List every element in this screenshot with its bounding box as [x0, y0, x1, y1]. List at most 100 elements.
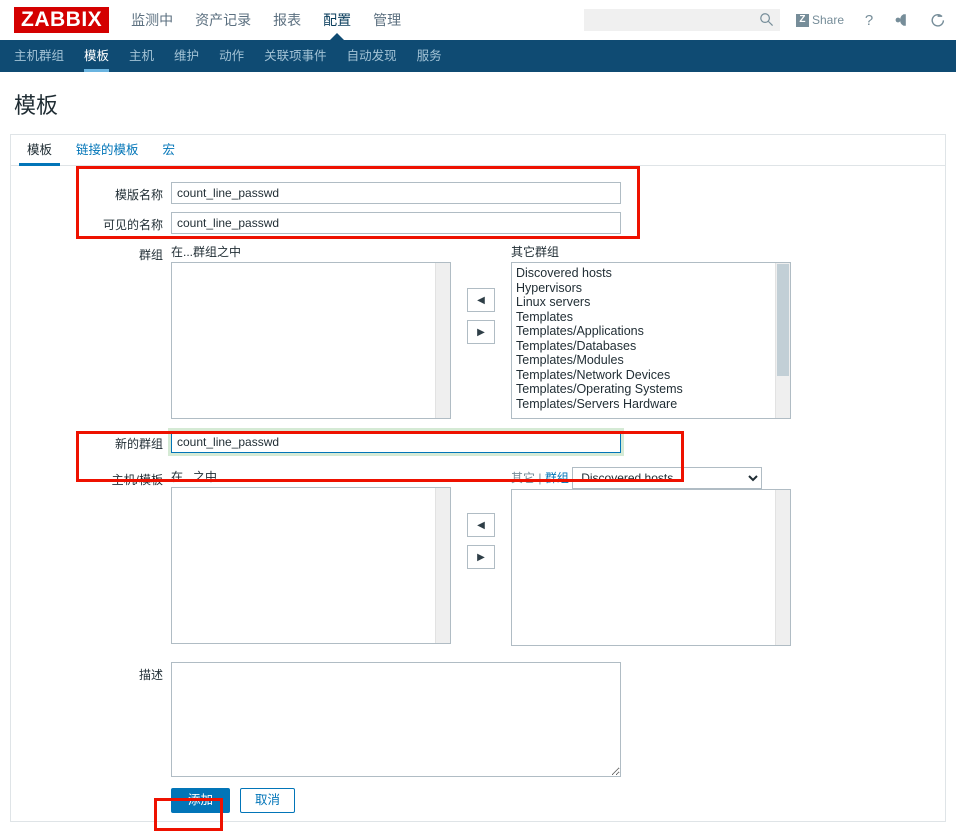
list-item[interactable]: Linux servers: [516, 295, 772, 310]
groups-move-left-button[interactable]: ◀: [467, 288, 495, 312]
row-description: 描述: [11, 662, 945, 780]
main-menu-item-monitoring[interactable]: 监测中: [131, 0, 173, 40]
subnav-item-discovery[interactable]: 自动发现: [347, 40, 397, 72]
host-templates-transfer-controls: ◀ ▶: [451, 467, 511, 569]
add-button[interactable]: 添加: [171, 788, 231, 813]
tab-template[interactable]: 模板: [15, 133, 64, 166]
label-buttons-spacer: [11, 788, 171, 792]
groups-in-scrollbar-thumb[interactable]: [437, 263, 449, 418]
groups-other-pane: 其它群组 Discovered hosts Hypervisors Linux se…: [511, 242, 791, 419]
host-templates-in-header: 在...之中: [171, 470, 218, 484]
row-form-buttons: 添加 取消: [11, 788, 945, 813]
list-item[interactable]: Discovered hosts: [516, 266, 772, 281]
host-templates-other-header: 其它 | 群组 Discovered hostsHypervisorsLinux…: [511, 467, 791, 489]
groups-other-header: 其它群组: [511, 245, 560, 259]
host-templates-other-pane: 其它 | 群组 Discovered hostsHypervisorsLinux…: [511, 467, 791, 646]
share-button[interactable]: Z Share: [795, 13, 844, 27]
list-item[interactable]: Hypervisors: [516, 281, 772, 296]
host-templates-move-right-button[interactable]: ▶: [467, 545, 495, 569]
new-group-input[interactable]: [171, 431, 621, 453]
main-menu-item-administration[interactable]: 管理: [373, 0, 401, 40]
tab-macros[interactable]: 宏: [151, 133, 188, 165]
main-menu-item-configuration[interactable]: 配置: [323, 0, 351, 40]
groups-in-pane: 在...群组之中: [171, 242, 451, 419]
list-item[interactable]: Templates/Network Devices: [516, 368, 772, 383]
host-templates-in-scrollbar[interactable]: [435, 488, 450, 643]
host-templates-dual-list: 在...之中 ◀ ▶ 其它 | 群组 Discovered hosts: [171, 467, 945, 646]
user-profile-button[interactable]: [894, 11, 912, 29]
subnav-item-services[interactable]: 服务: [417, 40, 442, 72]
subnav-item-templates[interactable]: 模板: [84, 40, 110, 72]
subnav-item-host-groups[interactable]: 主机群组: [14, 40, 64, 72]
sign-out-icon: [931, 14, 944, 27]
arrow-right-icon: ▶: [477, 326, 485, 338]
page-title: 模板: [14, 93, 59, 118]
host-templates-other-listbox[interactable]: [511, 489, 791, 646]
label-template-name: 模版名称: [114, 188, 163, 202]
subnav-item-hosts[interactable]: 主机: [129, 40, 154, 72]
template-name-input[interactable]: [171, 182, 621, 204]
share-label: Share: [811, 13, 844, 27]
sub-navigation-bar: 主机群组 模板 主机 维护 动作 关联项事件 自动发现 服务: [0, 40, 956, 72]
template-form-card: 模板 链接的模板 宏 模版名称 可见的名称 群组 在...群组之中: [10, 134, 946, 822]
host-templates-in-listbox[interactable]: [171, 487, 451, 644]
zabbix-logo: ZABBIX: [14, 7, 110, 33]
search-icon[interactable]: [759, 12, 774, 27]
host-templates-other-items: [512, 490, 776, 496]
host-templates-group-link[interactable]: 群组: [545, 471, 569, 485]
description-textarea[interactable]: [171, 662, 621, 777]
groups-in-items: [172, 263, 436, 269]
form-button-row: 添加 取消: [171, 788, 945, 813]
user-profile-icon: [895, 14, 906, 26]
groups-dual-list: 在...群组之中 ◀ ▶ 其它群组 Discovered hosts Hyper…: [171, 242, 945, 419]
row-template-name: 模版名称: [11, 182, 945, 204]
cancel-button[interactable]: 取消: [240, 788, 296, 813]
label-groups: 群组: [138, 248, 163, 262]
list-item[interactable]: Templates: [516, 310, 772, 325]
host-templates-move-left-button[interactable]: ◀: [467, 513, 495, 537]
label-new-group: 新的群组: [114, 437, 163, 451]
groups-transfer-controls: ◀ ▶: [451, 242, 511, 344]
groups-in-header: 在...群组之中: [171, 245, 242, 259]
header-actions: Z Share ?: [583, 9, 946, 31]
template-form: 模版名称 可见的名称 群组 在...群组之中: [11, 166, 945, 813]
host-templates-group-select[interactable]: Discovered hostsHypervisorsLinux servers…: [572, 467, 763, 489]
visible-name-input[interactable]: [171, 212, 621, 234]
label-host-templates: 主机/模板: [111, 473, 163, 487]
arrow-right-icon: ▶: [477, 551, 485, 563]
groups-other-listbox[interactable]: Discovered hosts Hypervisors Linux servers…: [511, 262, 791, 419]
top-header-bar: ZABBIX 监测中 资产记录 报表 配置 管理 Z Share ?: [0, 0, 956, 40]
arrow-left-icon: ◀: [477, 294, 485, 306]
host-templates-other-scrollbar[interactable]: [775, 490, 790, 645]
sign-out-button[interactable]: [928, 11, 946, 29]
tab-linked-templates[interactable]: 链接的模板: [64, 133, 151, 165]
row-visible-name: 可见的名称: [11, 212, 945, 234]
search-input[interactable]: [583, 10, 766, 30]
list-item[interactable]: Templates/Applications: [516, 324, 772, 339]
help-button[interactable]: ?: [860, 11, 878, 29]
form-tab-strip: 模板 链接的模板 宏: [11, 135, 945, 166]
subnav-item-correlation-events[interactable]: 关联项事件: [264, 40, 327, 72]
groups-other-scrollbar[interactable]: [775, 263, 790, 418]
groups-in-scrollbar[interactable]: [435, 263, 450, 418]
main-menu-item-reports[interactable]: 报表: [273, 0, 301, 40]
list-item[interactable]: Templates/Databases: [516, 339, 772, 354]
row-host-templates: 主机/模板 在...之中 ◀ ▶ 其它 | 群组 Discovered host…: [11, 467, 945, 646]
list-item[interactable]: Templates/Operating Systems: [516, 382, 772, 397]
subnav-item-maintenance[interactable]: 维护: [174, 40, 199, 72]
groups-move-right-button[interactable]: ▶: [467, 320, 495, 344]
main-menu-item-inventory[interactable]: 资产记录: [195, 0, 251, 40]
row-new-group: 新的群组: [11, 431, 945, 453]
question-mark-icon: ?: [864, 11, 874, 29]
list-item[interactable]: Templates/Modules: [516, 353, 772, 368]
groups-other-scrollbar-thumb[interactable]: [777, 264, 789, 376]
arrow-left-icon: ◀: [477, 519, 485, 531]
global-search[interactable]: [583, 9, 780, 31]
list-item[interactable]: Templates/Servers Hardware: [516, 397, 772, 412]
groups-in-listbox[interactable]: [171, 262, 451, 419]
label-description: 描述: [138, 668, 163, 682]
main-menu: 监测中 资产记录 报表 配置 管理: [131, 0, 401, 40]
host-templates-separator: |: [538, 471, 542, 485]
host-templates-in-items: [172, 488, 436, 494]
subnav-item-actions[interactable]: 动作: [219, 40, 244, 72]
